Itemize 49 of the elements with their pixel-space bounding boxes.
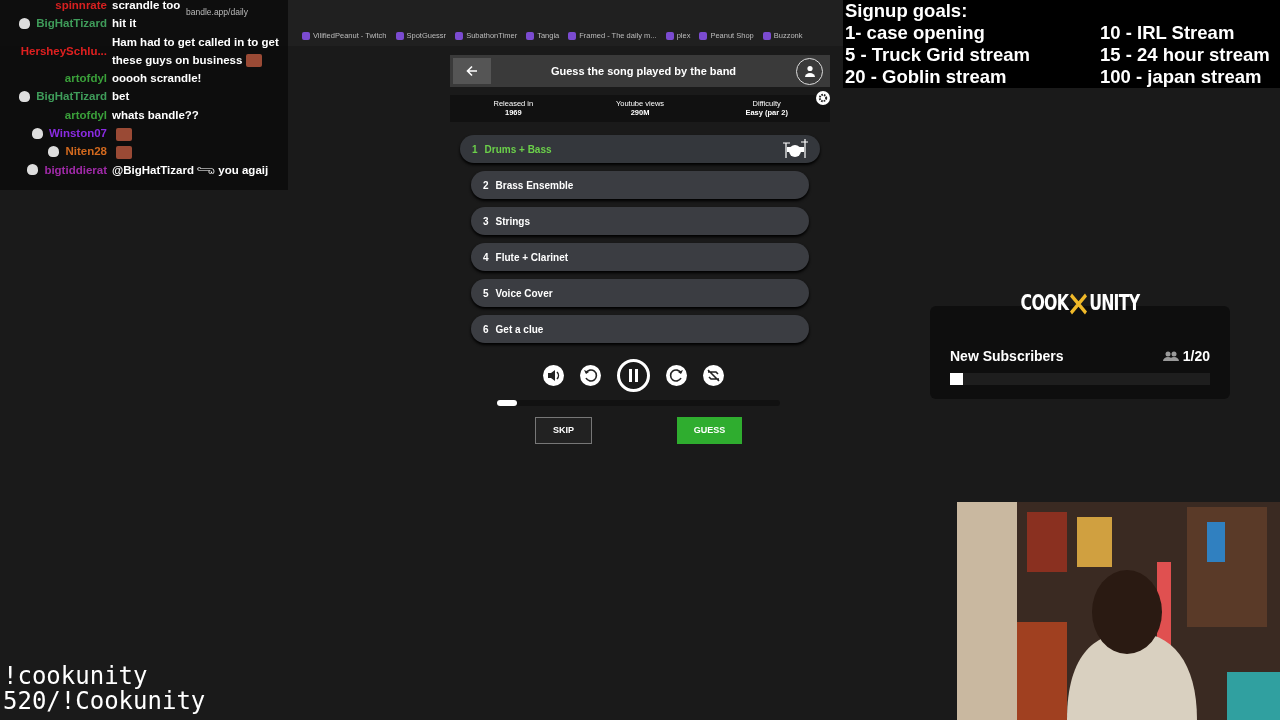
answer-option[interactable]: 3 Strings — [471, 207, 809, 235]
chat-username: Winston07 — [48, 126, 107, 142]
volume-icon[interactable] — [542, 365, 564, 386]
settings-icon[interactable] — [816, 91, 830, 105]
brand-text: COOK — [1020, 290, 1069, 317]
goal-item: 10 - IRL Stream — [1100, 22, 1236, 44]
command-text: 520/!Cookunity — [3, 689, 206, 714]
address-bar[interactable]: bandle.app/daily — [186, 7, 248, 17]
answer-option[interactable]: 4 Flute + Clarinet — [471, 243, 809, 271]
chat-message: @BigHatTizard 𓂸 you agaij — [112, 163, 269, 176]
brand-text: UNITY — [1089, 290, 1140, 317]
chat-username: BigHatTizard — [36, 89, 107, 105]
goal-item: 5 - Truck Grid stream — [845, 44, 1032, 66]
answer-option[interactable]: 1 Drums + Bass — [460, 135, 820, 163]
pause-icon[interactable] — [616, 359, 650, 392]
goal-item: 1- case opening — [845, 22, 986, 44]
goal-item: 20 - Goblin stream — [845, 66, 1008, 88]
drum-kit-icon — [782, 139, 808, 159]
people-icon — [1162, 351, 1179, 361]
command-text: !cookunity — [3, 664, 148, 689]
chat-message: hit it — [112, 17, 137, 30]
back-button[interactable] — [453, 58, 491, 84]
chat-message: bet — [112, 90, 130, 103]
goals-title: Signup goals: — [845, 0, 969, 22]
chat-username: Niten28 — [65, 144, 107, 160]
rewind-icon[interactable] — [579, 365, 601, 386]
chat-username: artofdyl — [64, 107, 107, 123]
chat-username: BigHatTizard — [36, 16, 107, 32]
answer-option[interactable]: 5 Voice Cover — [471, 279, 809, 307]
chat-message: scrandle too — [112, 0, 181, 11]
answer-option[interactable]: 2 Brass Ensemble — [471, 171, 809, 199]
back-arrow-icon — [466, 65, 478, 77]
chat-message: ooooh scrandle! — [112, 72, 202, 85]
chat-username: bigtiddierat — [44, 162, 107, 178]
chat-username: artofdyl — [64, 71, 107, 87]
person-icon — [803, 65, 816, 77]
chat-username: spinnrate — [55, 0, 107, 13]
game-title: Guess the song played by the band — [549, 63, 738, 79]
chat-username: HersheySchlu... — [20, 43, 107, 59]
skip-button[interactable]: SKIP — [535, 417, 592, 444]
cross-icon — [1069, 292, 1088, 315]
goal-item: 15 - 24 hour stream — [1100, 44, 1270, 66]
answer-option[interactable]: 6 Get a clue — [471, 315, 809, 343]
subscriber-count: 1/20 — [1182, 346, 1210, 366]
widget-title: New Subscribers — [950, 346, 1064, 366]
shuffle-off-icon[interactable] — [702, 365, 724, 386]
chat-message: whats bandle?? — [112, 108, 199, 121]
goal-item: 100 - japan stream — [1100, 66, 1263, 88]
forward-icon[interactable] — [665, 365, 687, 386]
